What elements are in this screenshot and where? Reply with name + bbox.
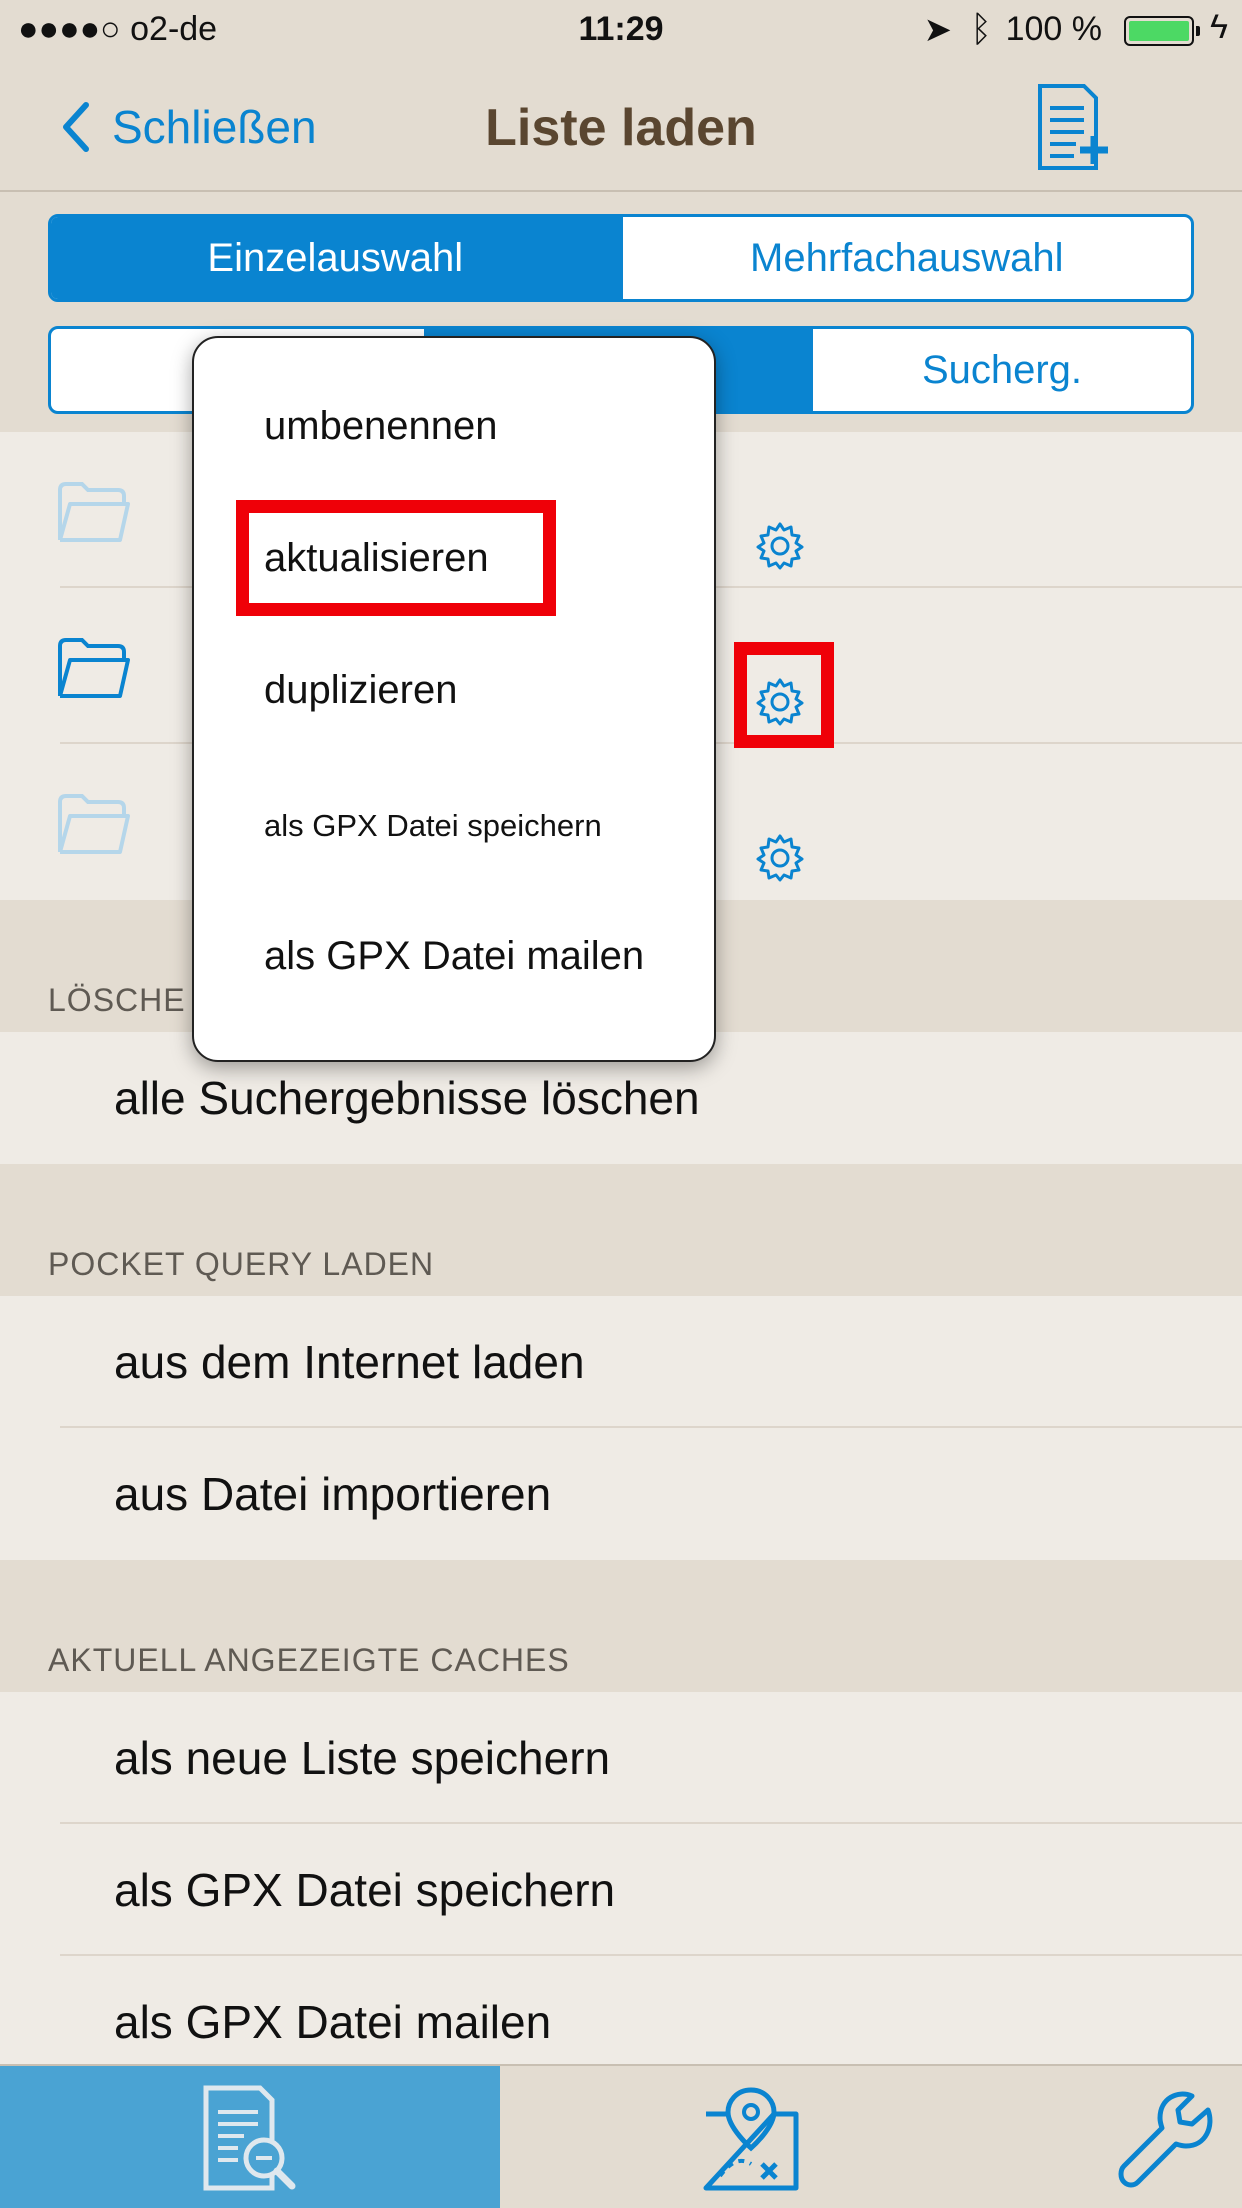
new-list-icon[interactable] (1034, 82, 1114, 172)
tab-settings[interactable] (1000, 2066, 1242, 2208)
map-marker-icon (703, 2087, 799, 2191)
list-search-icon (203, 2085, 296, 2191)
status-bar: ●●●●○ o2-de 11:29 ➤ ᛒ 100 % ϟ (0, 0, 1242, 62)
charging-icon: ϟ (1210, 8, 1228, 46)
wrench-icon (1118, 2091, 1213, 2188)
navigation-bar: Schließen Liste laden (0, 62, 1242, 192)
menu-item-mail-gpx[interactable]: als GPX Datei mailen (264, 934, 644, 979)
battery-icon (1124, 16, 1200, 46)
selection-mode-segmented-control: Einzelauswahl Mehrfachauswahl (48, 214, 1194, 302)
menu-item-save-gpx[interactable]: als GPX Datei speichern (264, 808, 602, 844)
section-header-pocket-query: POCKET QUERY LADEN (48, 1246, 435, 1282)
row-label: aus dem Internet laden (114, 1336, 585, 1388)
highlight-gear-button (734, 642, 834, 748)
save-as-new-list-row[interactable]: als neue Liste speichern (0, 1692, 1242, 1824)
menu-item-rename[interactable]: umbenennen (264, 404, 498, 449)
segment-multi-selection[interactable]: Mehrfachauswahl (623, 217, 1192, 299)
folder-icon (58, 482, 130, 542)
section-header-delete: LÖSCHE (48, 982, 186, 1018)
location-arrow-icon: ➤ (923, 11, 953, 49)
tab-bar (0, 2064, 1242, 2208)
current-caches-group: als neue Liste speichern als GPX Datei s… (0, 1692, 1242, 2064)
bluetooth-icon: ᛒ (970, 8, 992, 49)
row-label: als neue Liste speichern (114, 1732, 611, 1784)
tab-map[interactable] (500, 2066, 1000, 2208)
import-from-file-row[interactable]: aus Datei importieren (0, 1428, 1242, 1560)
save-as-gpx-row[interactable]: als GPX Datei speichern (0, 1824, 1242, 1956)
section-header-current-caches: AKTUELL ANGEZEIGTE CACHES (48, 1642, 570, 1678)
list-options-popup: umbenennen aktualisieren duplizieren als… (192, 336, 716, 1062)
load-from-internet-row[interactable]: aus dem Internet laden (0, 1296, 1242, 1428)
folder-icon (58, 638, 130, 698)
segment-single-selection[interactable]: Einzelauswahl (51, 217, 623, 299)
row-label: als GPX Datei speichern (114, 1864, 616, 1916)
gear-icon[interactable] (752, 830, 808, 886)
folder-icon (58, 794, 130, 854)
segment-search-results[interactable]: Sucherg. (813, 329, 1191, 411)
battery-percent: 100 % (1005, 10, 1102, 48)
tab-lists[interactable] (0, 2066, 500, 2208)
pocket-query-group: aus dem Internet laden aus Datei importi… (0, 1296, 1242, 1560)
highlight-update-option (236, 500, 556, 616)
gear-icon[interactable] (752, 518, 808, 574)
menu-item-duplicate[interactable]: duplizieren (264, 668, 457, 713)
